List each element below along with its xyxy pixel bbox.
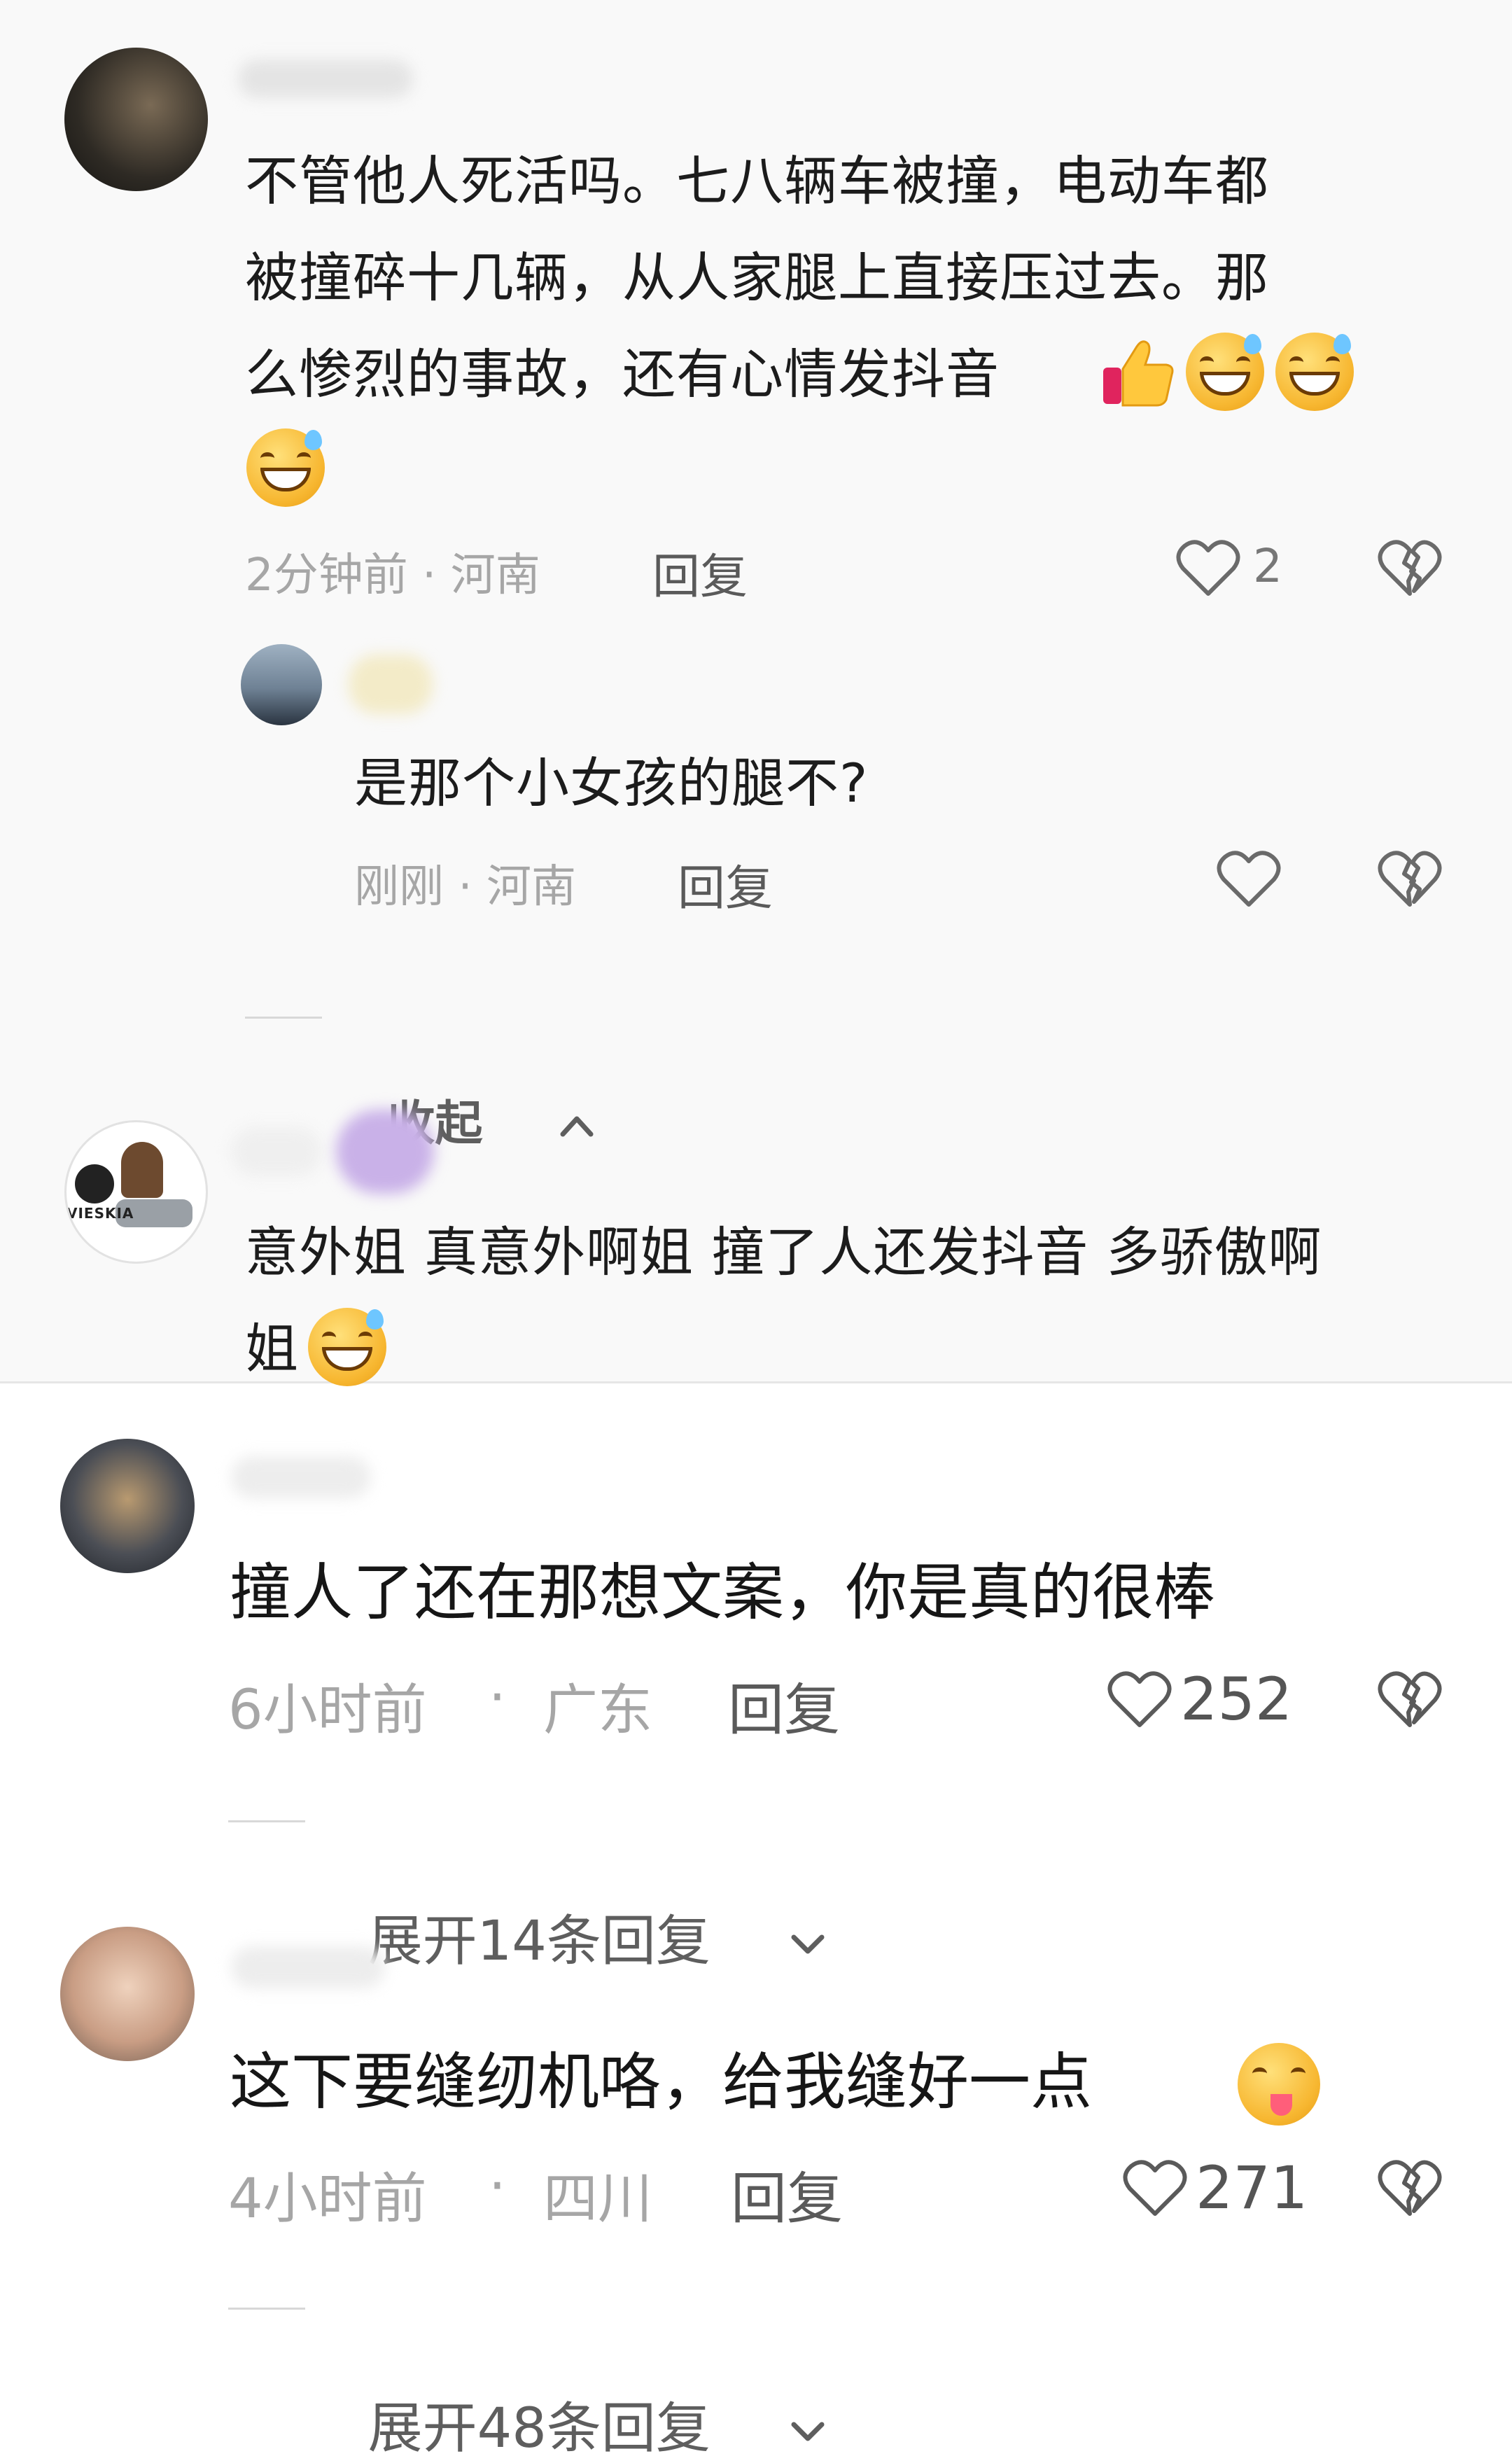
- yum-face-icon: [1238, 2043, 1320, 2126]
- like-count: 271: [1196, 2154, 1308, 2222]
- reply-text: 是那个小女孩的腿不?: [354, 752, 869, 814]
- reply-button[interactable]: 回复: [728, 1665, 840, 1746]
- like-count: 2: [1253, 539, 1282, 593]
- broken-heart-icon[interactable]: [1378, 849, 1442, 909]
- reply-button[interactable]: 回复: [678, 849, 773, 919]
- broken-heart-icon[interactable]: [1378, 2158, 1442, 2218]
- broken-heart-icon[interactable]: [1378, 1669, 1442, 1729]
- comment-meta: 2分钟前 · 河南: [245, 550, 540, 601]
- comment-meta-region: 四川: [543, 2168, 653, 2231]
- expand-label: 展开14条回复: [368, 1910, 710, 1973]
- comment-meta-time: 6小时前: [228, 1679, 427, 1742]
- comment-text: 这下要缝纫机咯，给我缝好一点: [230, 2046, 1093, 2118]
- comment-meta-time: 4小时前: [228, 2168, 427, 2231]
- reply-button[interactable]: 回复: [731, 2154, 843, 2235]
- chevron-down-icon: [719, 2334, 827, 2460]
- username-blurred[interactable]: [336, 1110, 434, 1194]
- heart-icon[interactable]: [1217, 849, 1281, 909]
- broken-heart-icon[interactable]: [1378, 538, 1442, 598]
- like-count: 252: [1180, 1665, 1293, 1733]
- avatar[interactable]: [60, 1927, 195, 2061]
- heart-icon[interactable]: [1123, 2158, 1187, 2218]
- reply-button[interactable]: 回复: [652, 538, 748, 607]
- heart-icon[interactable]: [1107, 1669, 1172, 1729]
- chevron-down-icon: [719, 1847, 827, 1973]
- avatar-figure: [121, 1142, 163, 1198]
- expand-replies-button[interactable]: 展开14条回复: [333, 1784, 827, 1976]
- avatar-logo: [75, 1164, 114, 1203]
- heart-icon[interactable]: [1176, 538, 1240, 598]
- comment-meta-dot: ·: [489, 2155, 506, 2218]
- username-blurred[interactable]: [231, 1946, 385, 1988]
- username-blurred[interactable]: [238, 60, 413, 98]
- username-blurred[interactable]: [231, 1456, 371, 1498]
- grinning-sweat-icon: [308, 1308, 386, 1386]
- grinning-sweat-icon: [1275, 333, 1354, 411]
- username-blurred[interactable]: [231, 1127, 322, 1176]
- grinning-sweat-icon: [246, 428, 325, 507]
- grinning-sweat-icon: [1186, 333, 1264, 411]
- avatar[interactable]: VIESKIA: [64, 1120, 208, 1264]
- avatar-caption: VIESKIA: [66, 1205, 134, 1222]
- divider-dash: [245, 1017, 322, 1019]
- divider-dash: [228, 2308, 305, 2310]
- comment-text: 意外姐 真意外啊姐 撞了人还发抖音 多骄傲啊 姐: [245, 1221, 1322, 1380]
- avatar[interactable]: [60, 1439, 195, 1573]
- username-blurred[interactable]: [349, 655, 433, 714]
- comment-meta-region: 广东: [543, 1679, 653, 1742]
- expand-replies-button[interactable]: 展开48条回复: [333, 2271, 827, 2463]
- comment-meta-dot: ·: [489, 1666, 506, 1729]
- thumbs-up-icon: [1099, 333, 1177, 411]
- chevron-up-icon: [492, 1041, 595, 1152]
- divider-dash: [228, 1820, 305, 1822]
- expand-label: 展开48条回复: [368, 2397, 710, 2460]
- comment-text: 撞人了还在那想文案，你是真的很棒: [230, 1556, 1216, 1628]
- avatar[interactable]: [64, 48, 208, 191]
- avatar[interactable]: [241, 644, 322, 725]
- reply-meta: 刚刚 · 河南: [354, 861, 577, 913]
